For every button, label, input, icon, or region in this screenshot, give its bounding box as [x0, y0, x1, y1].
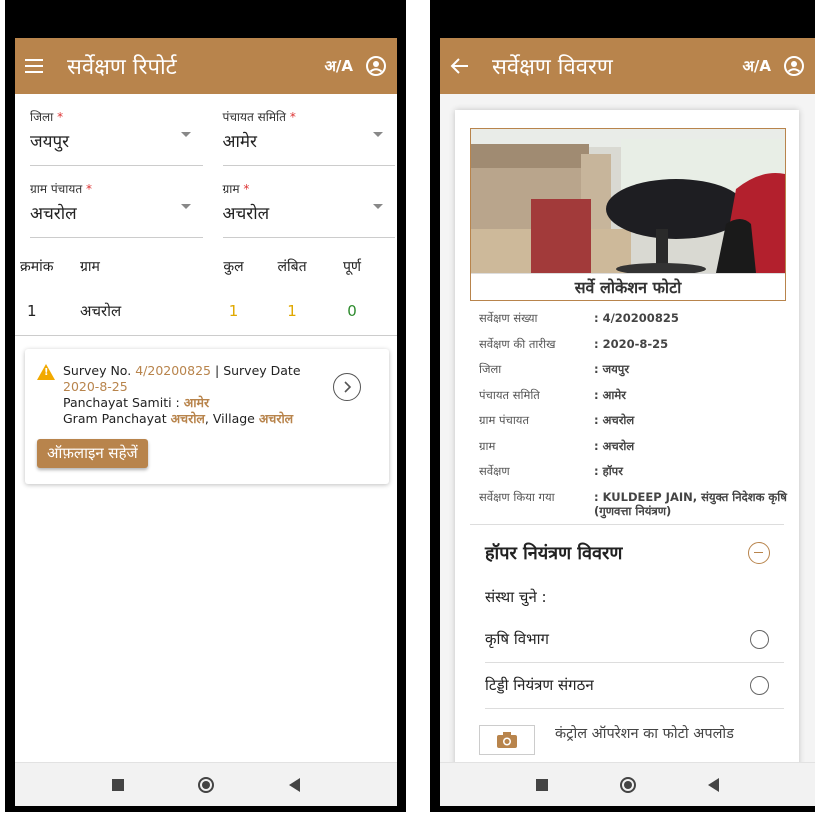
info-row: सर्वेक्षण: हॉपर	[479, 464, 623, 478]
cell-pending: 1	[287, 301, 297, 320]
info-row: सर्वेक्षण की तारीख: 2020-8-25	[479, 336, 669, 351]
survey-line: Survey No. 4/20200825 | Survey Date 2020…	[63, 363, 301, 394]
phone-right: सर्वेक्षण विवरण अ/A सर्वे लोकेशन फोटो सर…	[430, 0, 815, 812]
village-label: ग्राम *	[222, 182, 250, 196]
info-row: पंचायत समिति: आमेर	[479, 387, 626, 402]
nav-recents-icon[interactable]	[536, 778, 548, 791]
divider	[470, 523, 784, 525]
chevron-down-icon	[180, 132, 191, 137]
table-header: क्रमांक ग्राम कुल लंबित पूर्ण	[15, 246, 397, 286]
info-row: जिला: जयपुर	[479, 362, 630, 376]
office-photo	[471, 129, 785, 273]
camera-icon	[497, 731, 517, 748]
menu-icon[interactable]	[25, 58, 45, 74]
language-toggle[interactable]: अ/A	[742, 56, 771, 76]
panchayat-samiti-line: Panchayat Samiti : आमेर	[63, 395, 210, 410]
back-arrow-icon[interactable]	[450, 57, 470, 75]
info-row: सर्वेक्षण संख्या: 4/20200825	[479, 311, 679, 325]
filter-fields: जिला * जयपुर पंचायत समिति * आमेर ग्राम प…	[15, 94, 397, 238]
chevron-down-icon	[373, 204, 383, 209]
nav-home-icon[interactable]	[620, 776, 636, 793]
warning-icon	[37, 364, 55, 380]
radio-button[interactable]	[750, 675, 769, 695]
photo-upload-row: कंट्रोल ऑपरेशन का फोटो अपलोड	[479, 724, 799, 755]
info-row: सर्वेक्षण किया गया: KULDEEP JAIN, संयुक्…	[479, 489, 787, 518]
nav-back-icon[interactable]	[708, 777, 719, 792]
cell-total: 1	[228, 301, 239, 320]
account-icon[interactable]	[783, 55, 805, 77]
header-total: कुल	[223, 258, 244, 275]
location-photo[interactable]: सर्वे लोकेशन फोटो	[470, 128, 786, 301]
info-row: ग्राम: अचरोल	[479, 438, 635, 453]
district-value: जयपुर	[30, 132, 70, 152]
gram-panchayat-label: ग्राम पंचायत *	[30, 182, 93, 196]
language-toggle[interactable]: अ/A	[324, 56, 353, 76]
option-agriculture-dept[interactable]: कृषि विभाग	[485, 617, 784, 663]
village-select[interactable]: ग्राम * अचरोल	[222, 166, 395, 238]
hopper-control-section-header[interactable]: हॉपर नियंत्रण विवरण	[485, 541, 784, 565]
section-title: हॉपर नियंत्रण विवरण	[485, 542, 623, 564]
district-label: जिला *	[30, 110, 64, 124]
camera-button[interactable]	[479, 724, 535, 755]
account-icon[interactable]	[365, 55, 387, 77]
nav-recents-icon[interactable]	[112, 778, 125, 791]
choose-organisation-label: संस्था चुने :	[485, 587, 547, 606]
nav-back-icon[interactable]	[288, 777, 300, 792]
district-select[interactable]: जिला * जयपुर	[30, 94, 203, 166]
info-row: ग्राम पंचायत: अचरोल	[479, 413, 635, 427]
survey-detail-card: सर्वे लोकेशन फोटो सर्वेक्षण संख्या: 4/20…	[455, 110, 799, 790]
option-label: कृषि विभाग	[485, 630, 549, 648]
survey-info-list: सर्वेक्षण संख्या: 4/20200825 सर्वेक्षण क…	[479, 311, 799, 518]
header-done: पूर्ण	[342, 258, 362, 275]
cell-sno: 1	[27, 301, 37, 320]
header-sno: क्रमांक	[20, 258, 54, 275]
cell-done: 0	[347, 301, 357, 320]
table-row[interactable]: 1 अचरोल 1 1 0	[15, 286, 397, 336]
nav-home-icon[interactable]	[198, 776, 215, 793]
header-pending: लंबित	[277, 258, 307, 275]
chevron-right-circle-icon[interactable]	[333, 373, 361, 401]
chevron-down-icon	[180, 204, 191, 209]
village-value: अचरोल	[222, 204, 270, 224]
gram-panchayat-line: Gram Panchayat अचरोल, Village अचरोल	[63, 411, 294, 426]
option-locust-control-org[interactable]: टिड्डी नियंत्रण संगठन	[485, 663, 784, 709]
survey-report-screen: सर्वेक्षण रिपोर्ट अ/A जिला * जयपुर पंचाय…	[15, 38, 397, 806]
minus-circle-icon[interactable]	[748, 541, 770, 564]
summary-table: क्रमांक ग्राम कुल लंबित पूर्ण 1 अचरोल 1 …	[15, 246, 397, 336]
cell-village: अचरोल	[80, 301, 122, 320]
page-title: सर्वेक्षण रिपोर्ट	[67, 55, 177, 80]
phone-left: सर्वेक्षण रिपोर्ट अ/A जिला * जयपुर पंचाय…	[5, 0, 406, 812]
upload-label: कंट्रोल ऑपरेशन का फोटो अपलोड	[555, 725, 734, 742]
panchayat-samiti-select[interactable]: पंचायत समिति * आमेर	[222, 94, 395, 166]
panchayat-samiti-value: आमेर	[222, 132, 258, 152]
survey-detail-screen: सर्वेक्षण विवरण अ/A सर्वे लोकेशन फोटो सर…	[440, 38, 815, 806]
survey-card[interactable]: Survey No. 4/20200825 | Survey Date 2020…	[25, 349, 389, 484]
photo-caption: सर्वे लोकेशन फोटो	[471, 273, 785, 300]
app-bar: सर्वेक्षण विवरण अ/A	[440, 38, 815, 94]
save-offline-button[interactable]: ऑफ़लाइन सहेजें	[37, 439, 148, 468]
radio-button[interactable]	[750, 629, 769, 649]
page-title: सर्वेक्षण विवरण	[492, 55, 613, 80]
gram-panchayat-value: अचरोल	[30, 204, 77, 224]
panchayat-samiti-label: पंचायत समिति *	[222, 110, 296, 124]
chevron-down-icon	[373, 132, 383, 137]
option-label: टिड्डी नियंत्रण संगठन	[485, 676, 594, 694]
gram-panchayat-select[interactable]: ग्राम पंचायत * अचरोल	[30, 166, 203, 238]
system-nav-bar	[440, 762, 815, 806]
header-village: ग्राम	[80, 258, 100, 275]
app-bar: सर्वेक्षण रिपोर्ट अ/A	[15, 38, 397, 94]
system-nav-bar	[15, 762, 397, 806]
